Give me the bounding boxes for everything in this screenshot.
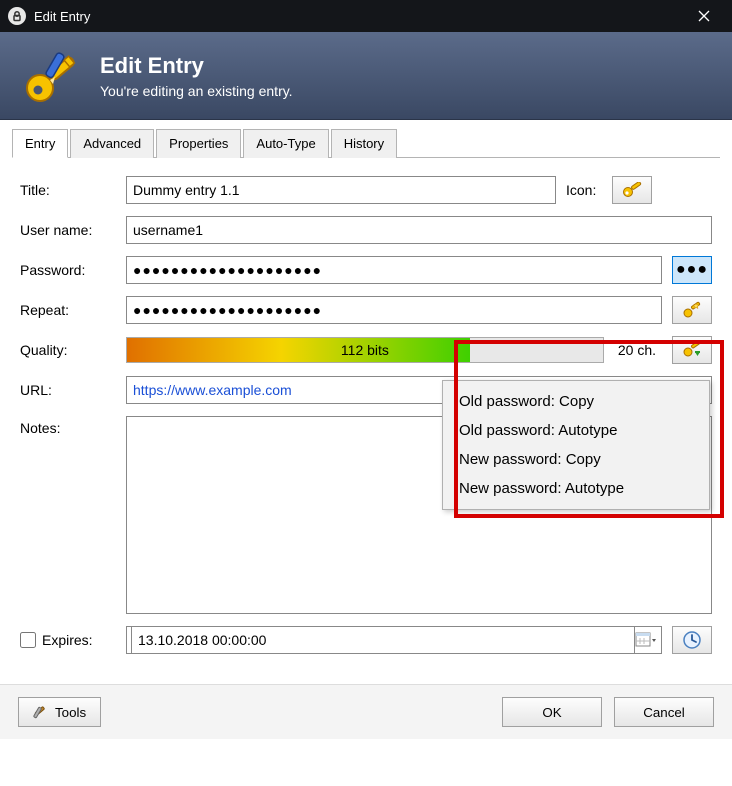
menu-old-password-copy[interactable]: Old password: Copy [443,387,709,416]
repeat-label: Repeat: [20,302,126,318]
icon-picker-button[interactable] [612,176,652,204]
char-count: 20 ch. [618,342,656,358]
password-input[interactable] [126,256,662,284]
tab-strip: Entry Advanced Properties Auto-Type Hist… [12,128,720,158]
tab-history[interactable]: History [331,129,397,158]
title-input[interactable] [126,176,556,204]
tools-icon [33,704,49,720]
tab-properties[interactable]: Properties [156,129,241,158]
menu-new-password-autotype[interactable]: New password: Autotype [443,474,709,503]
expires-checkbox[interactable] [20,632,36,648]
close-button[interactable] [684,0,724,32]
url-label: URL: [20,382,126,398]
expires-date-input[interactable] [126,626,662,654]
username-label: User name: [20,222,126,238]
dialog-footer: Tools OK Cancel [0,684,732,739]
expires-label: Expires: [20,632,126,648]
ok-button[interactable]: OK [502,697,602,727]
cancel-button[interactable]: Cancel [614,697,714,727]
key-edit-icon [20,44,84,108]
tab-autotype[interactable]: Auto-Type [243,129,328,158]
window-titlebar: Edit Entry [0,0,732,32]
title-label: Title: [20,182,126,198]
expires-preset-button[interactable] [672,626,712,654]
tab-entry[interactable]: Entry [12,129,68,158]
quality-bits-text: 112 bits [341,342,389,358]
menu-old-password-autotype[interactable]: Old password: Autotype [443,416,709,445]
quality-meter: 112 bits [126,337,604,363]
menu-new-password-copy[interactable]: New password: Copy [443,445,709,474]
window-title: Edit Entry [34,9,90,24]
tools-button[interactable]: Tools [18,697,101,727]
tab-advanced[interactable]: Advanced [70,129,154,158]
password-context-menu: Old password: Copy Old password: Autotyp… [442,380,710,510]
repeat-input[interactable] [126,296,662,324]
password-label: Password: [20,262,126,278]
app-icon [8,7,26,25]
reveal-password-button[interactable]: ●●● [672,256,712,284]
header-banner: Edit Entry You're editing an existing en… [0,32,732,120]
header-subtitle: You're editing an existing entry. [100,83,293,99]
notes-label: Notes: [20,416,126,436]
calendar-dropdown-icon[interactable] [635,631,657,649]
quality-label: Quality: [20,342,126,358]
header-title: Edit Entry [100,53,293,79]
icon-label: Icon: [566,182,596,198]
username-input[interactable] [126,216,712,244]
generate-password-button[interactable] [672,296,712,324]
password-change-menu-button[interactable] [672,336,712,364]
